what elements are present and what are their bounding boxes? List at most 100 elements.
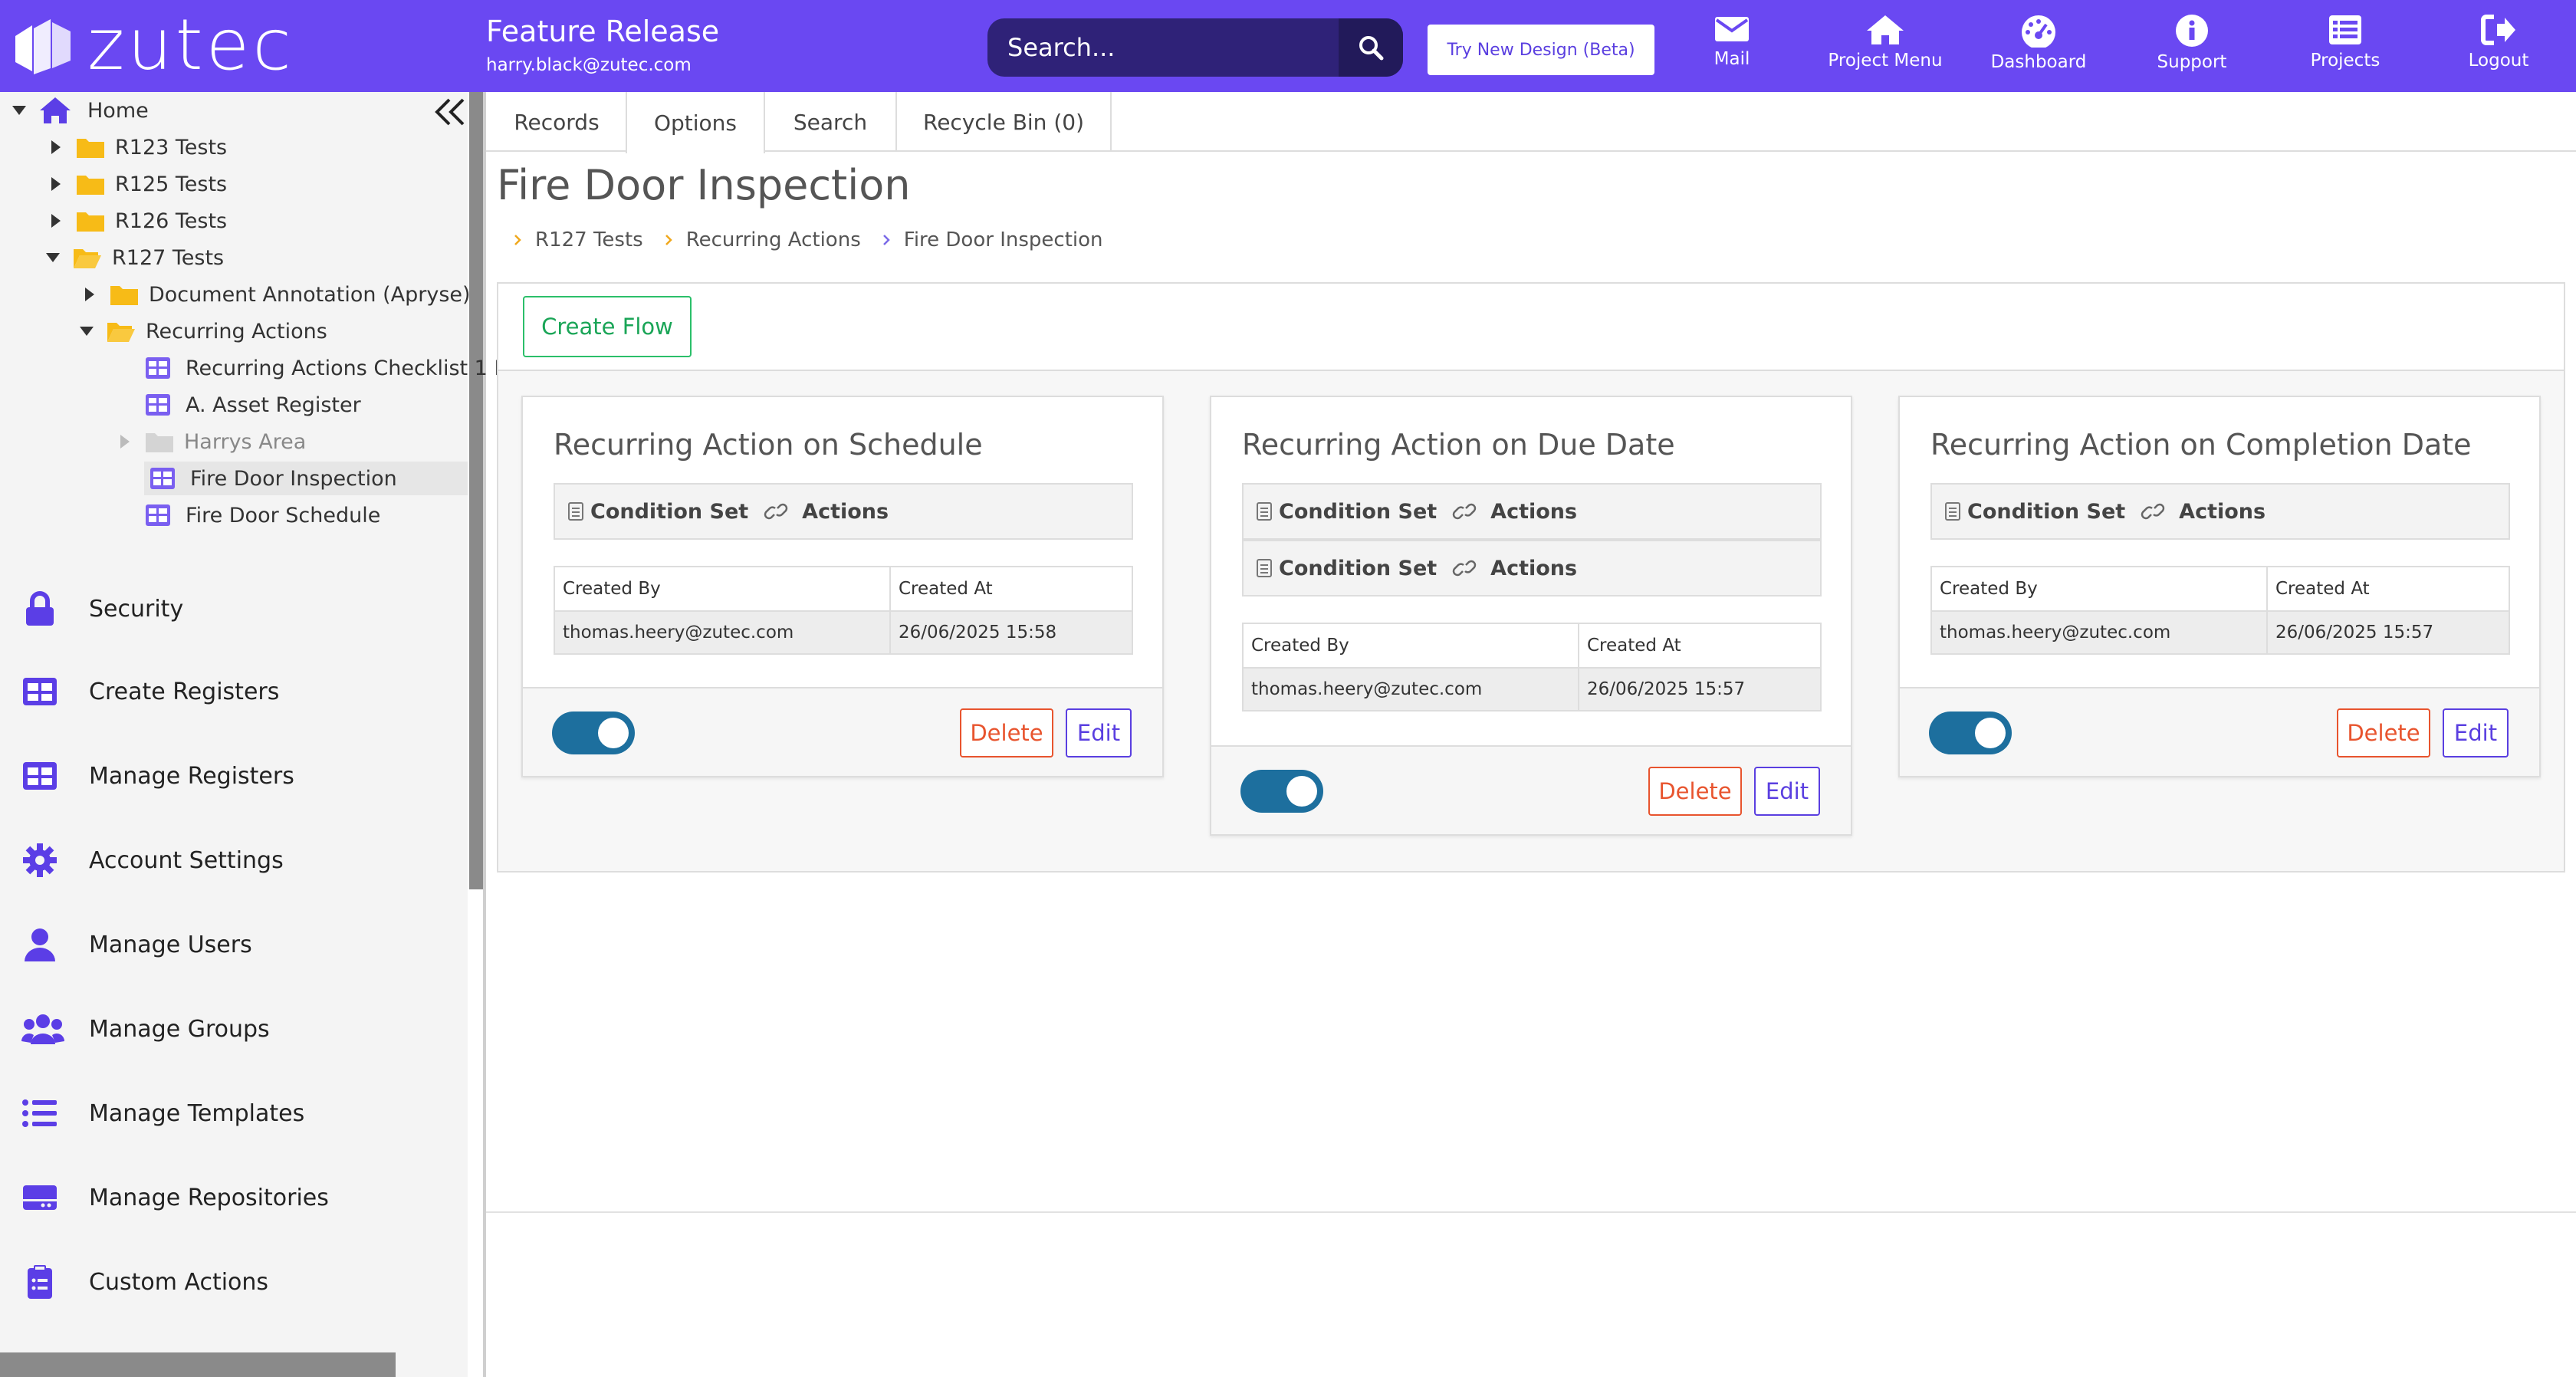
nav-projects-label: Projects <box>2310 51 2380 71</box>
tree-item-label: Fire Door Schedule <box>186 503 381 527</box>
tree-item-asset-register[interactable]: A. Asset Register <box>146 388 361 422</box>
menu-security[interactable]: Security <box>21 586 183 632</box>
delete-button[interactable]: Delete <box>2337 708 2430 758</box>
table-header-row: Created By Created At <box>1244 624 1820 667</box>
sidebar-scrollbar[interactable] <box>469 92 483 889</box>
tree-item-harrys-area[interactable]: Harrys Area <box>117 425 306 458</box>
enabled-toggle[interactable] <box>552 712 635 754</box>
actions-label: Actions <box>1490 499 1578 524</box>
caret-right-icon[interactable] <box>48 139 64 156</box>
edit-button[interactable]: Edit <box>1066 708 1132 758</box>
table-header-row: Created By Created At <box>555 567 1132 610</box>
caret-down-icon[interactable] <box>11 102 28 119</box>
register-icon <box>150 468 175 489</box>
tree-item-fire-door-inspection[interactable]: Fire Door Inspection <box>144 462 468 495</box>
project-info: Feature Release harry.black@zutec.com <box>486 14 719 78</box>
flows-panel-toolbar <box>498 284 2564 371</box>
caret-down-icon[interactable] <box>78 323 95 340</box>
caret-right-icon[interactable] <box>48 176 64 192</box>
document-icon <box>1257 502 1272 521</box>
nav-dashboard[interactable]: Dashboard <box>1966 14 2111 83</box>
created-at-value: 26/06/2025 15:57 <box>1587 679 1746 699</box>
edit-button[interactable]: Edit <box>1754 767 1820 816</box>
tab-records[interactable]: Records <box>486 92 629 152</box>
flow-card-footer: Delete Edit <box>1900 687 2539 776</box>
condition-row[interactable]: Condition Set Actions <box>554 483 1133 540</box>
folder-icon <box>77 212 104 232</box>
caret-right-icon[interactable] <box>117 433 133 450</box>
lock-icon <box>26 591 54 626</box>
nav-support[interactable]: Support <box>2119 14 2265 83</box>
table-icon <box>23 762 57 790</box>
menu-manage-templates[interactable]: Manage Templates <box>21 1090 304 1136</box>
tab-options[interactable]: Options <box>626 92 765 153</box>
edit-button[interactable]: Edit <box>2443 708 2509 758</box>
tree-item-r127-tests[interactable]: R127 Tests <box>44 241 224 274</box>
condition-row[interactable]: Condition Set Actions <box>1242 540 1822 596</box>
tree-item-label: Home <box>87 98 149 123</box>
folder-icon <box>77 139 104 158</box>
delete-button[interactable]: Delete <box>1648 767 1742 816</box>
enabled-toggle[interactable] <box>1929 712 2012 754</box>
menu-label: Create Registers <box>89 678 280 705</box>
collapse-sidebar-button[interactable] <box>431 95 469 130</box>
breadcrumb-item[interactable]: R127 Tests <box>514 228 643 251</box>
actions-label: Actions <box>2179 499 2266 524</box>
menu-label: Account Settings <box>89 846 284 874</box>
nav-mail[interactable]: Mail <box>1659 14 1805 83</box>
menu-manage-repositories[interactable]: Manage Repositories <box>21 1175 329 1221</box>
tree-item-r125-tests[interactable]: R125 Tests <box>48 167 227 201</box>
flow-card: Recurring Action on Due Date Condition S… <box>1210 396 1852 836</box>
tab-search[interactable]: Search <box>765 92 897 152</box>
zutec-logo[interactable]: zutec <box>12 4 294 86</box>
register-icon <box>146 394 170 416</box>
tree-item-document-annotation[interactable]: Document Annotation (Apryse) <box>81 278 471 311</box>
enabled-toggle[interactable] <box>1240 770 1323 813</box>
condition-row[interactable]: Condition Set Actions <box>1242 483 1822 540</box>
menu-account-settings[interactable]: Account Settings <box>21 837 284 883</box>
toggle-knob <box>1975 718 2006 748</box>
created-info-table: Created By Created At thomas.heery@zutec… <box>1242 623 1822 712</box>
home-icon <box>1867 15 1904 44</box>
breadcrumb-item[interactable]: Recurring Actions <box>665 228 861 251</box>
tab-recycle-bin[interactable]: Recycle Bin (0) <box>897 92 1112 152</box>
created-by-value: thomas.heery@zutec.com <box>1244 669 1579 710</box>
sidebar-horizontal-scrollbar[interactable] <box>0 1352 396 1377</box>
breadcrumb-item[interactable]: Fire Door Inspection <box>882 228 1103 251</box>
tree-item-label: R126 Tests <box>115 209 228 233</box>
menu-custom-actions[interactable]: Custom Actions <box>21 1259 268 1305</box>
drive-icon <box>23 1185 57 1210</box>
try-new-design-button[interactable]: Try New Design (Beta) <box>1428 25 1654 75</box>
mail-icon <box>1715 17 1749 41</box>
tree-item-r126-tests[interactable]: R126 Tests <box>48 204 227 238</box>
folder-icon <box>146 433 173 452</box>
tree-item-r123-tests[interactable]: R123 Tests <box>48 130 227 164</box>
nav-projects[interactable]: Projects <box>2272 14 2418 83</box>
search-icon <box>1359 36 1384 61</box>
chevron-right-icon <box>514 235 521 245</box>
search-input[interactable] <box>987 18 1339 77</box>
caret-right-icon[interactable] <box>48 212 64 229</box>
caret-right-icon[interactable] <box>81 286 98 303</box>
clipboard-icon <box>28 1265 52 1299</box>
nav-project-menu[interactable]: Project Menu <box>1812 14 1958 83</box>
tree-item-home[interactable]: Home <box>11 94 149 127</box>
brand-name: zutec <box>87 4 294 86</box>
search-button[interactable] <box>1339 18 1403 77</box>
delete-button[interactable]: Delete <box>960 708 1053 758</box>
actions-label: Actions <box>802 499 889 524</box>
nav-logout[interactable]: Logout <box>2426 14 2571 83</box>
menu-manage-registers[interactable]: Manage Registers <box>21 753 294 799</box>
create-flow-button[interactable]: Create Flow <box>523 296 692 357</box>
menu-manage-groups[interactable]: Manage Groups <box>21 1006 270 1052</box>
user-icon <box>25 928 55 961</box>
menu-create-registers[interactable]: Create Registers <box>21 669 279 715</box>
menu-manage-users[interactable]: Manage Users <box>21 922 252 968</box>
condition-row[interactable]: Condition Set Actions <box>1930 483 2510 540</box>
tree-item-fire-door-schedule[interactable]: Fire Door Schedule <box>146 498 380 532</box>
users-icon <box>21 1014 64 1044</box>
caret-down-icon[interactable] <box>44 249 61 266</box>
tree-item-recurring-actions[interactable]: Recurring Actions <box>78 314 327 348</box>
breadcrumb-label: R127 Tests <box>535 228 643 251</box>
tree-item-recurring-actions-checklist[interactable]: Recurring Actions Checklist 1 D <box>146 351 510 385</box>
